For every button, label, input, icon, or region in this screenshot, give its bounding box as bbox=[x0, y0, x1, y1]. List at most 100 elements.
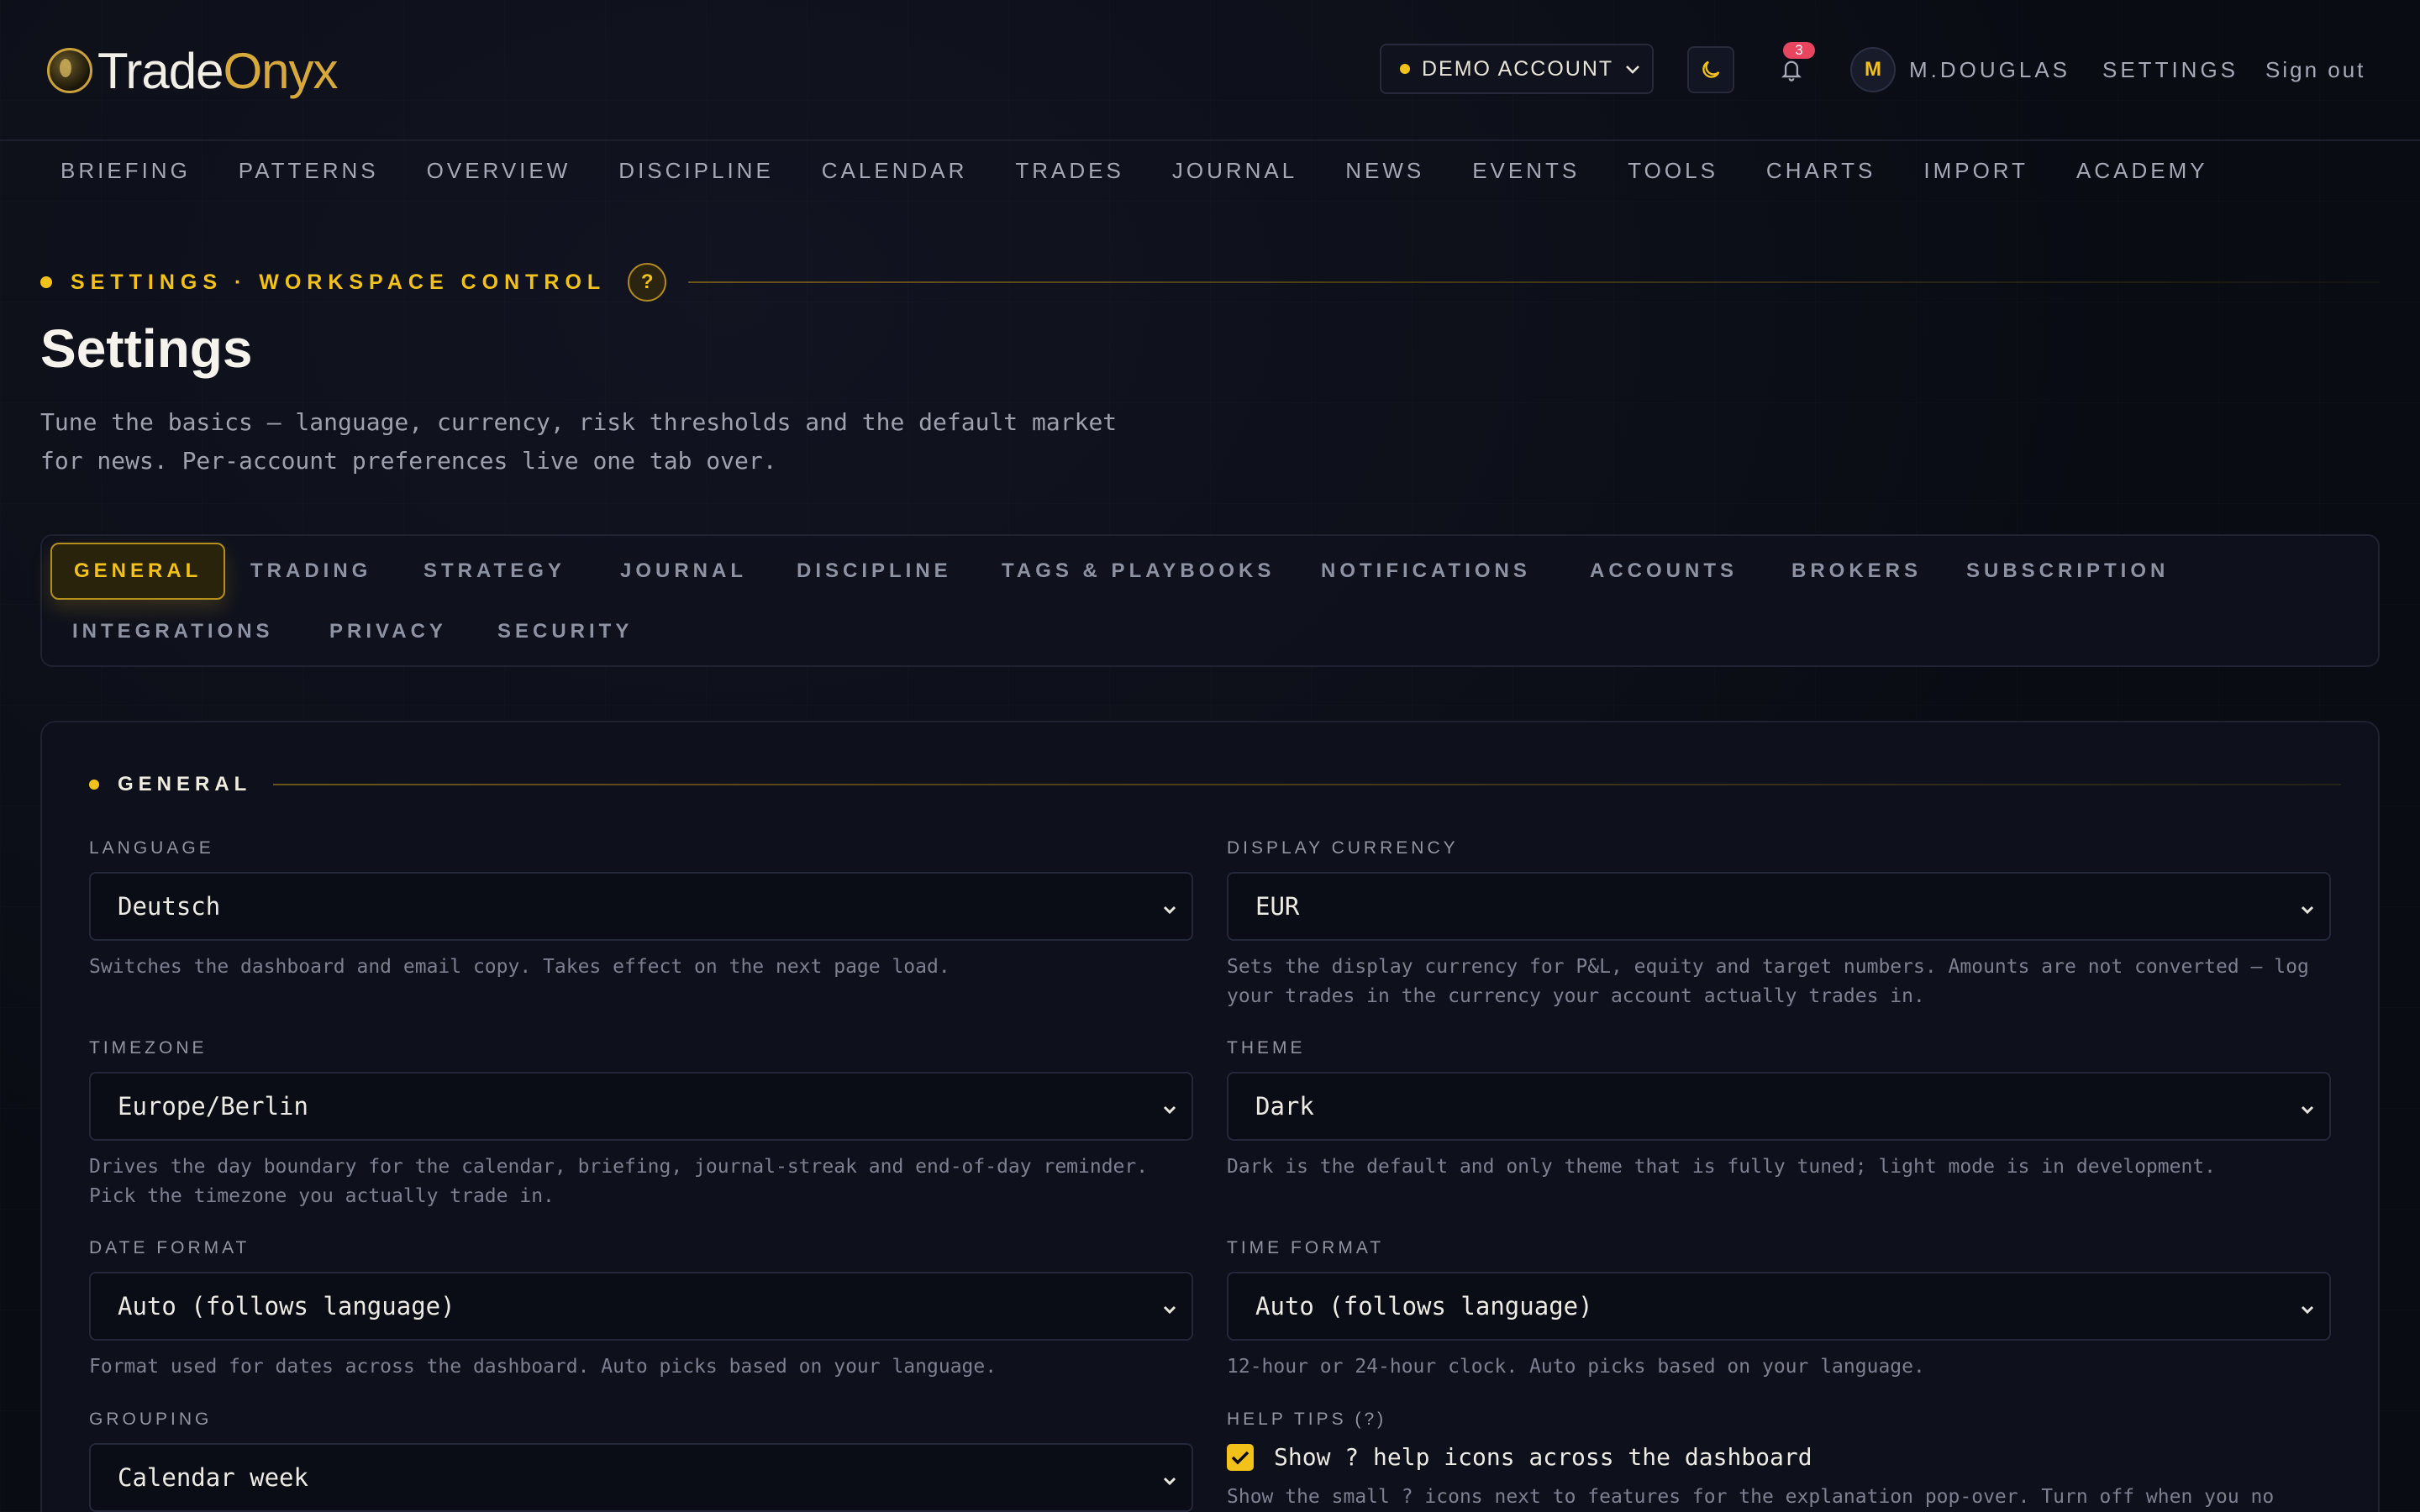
section-title: GENERAL bbox=[118, 773, 252, 795]
time-format-value: Auto (follows language) bbox=[1255, 1292, 1593, 1320]
language-value: Deutsch bbox=[118, 892, 221, 921]
date-format-help: Format used for dates across the dashboa… bbox=[89, 1356, 997, 1378]
help-tips-help: Show the small ? icons next to features … bbox=[1227, 1486, 2275, 1508]
username-link[interactable]: M.DOUGLAS bbox=[1909, 57, 2070, 83]
theme-help: Dark is the default and only theme that … bbox=[1227, 1156, 2217, 1178]
nav-item-discipline[interactable]: DISCIPLINE bbox=[618, 158, 774, 184]
account-label: DEMO ACCOUNT bbox=[1422, 56, 1614, 81]
timezone-select[interactable]: Europe/Berlin bbox=[89, 1072, 1193, 1141]
grouping-field: GROUPING Calendar week bbox=[89, 1410, 1193, 1512]
currency-help: Sets the display currency for P&L, equit… bbox=[1227, 956, 2309, 1007]
chevron-down-icon bbox=[1163, 1094, 1176, 1121]
tab-accounts[interactable]: ACCOUNTS bbox=[1590, 559, 1738, 583]
time-format-label: TIME FORMAT bbox=[1227, 1238, 1385, 1257]
account-status-dot bbox=[1400, 64, 1410, 74]
time-format-field: TIME FORMAT Auto (follows language) 12-h… bbox=[1227, 1238, 2331, 1382]
timezone-help: Drives the day boundary for the calendar… bbox=[89, 1156, 1149, 1207]
timezone-label: TIMEZONE bbox=[89, 1038, 208, 1058]
currency-label: DISPLAY CURRENCY bbox=[1227, 838, 1459, 858]
settings-tabs: GENERAL TRADING STRATEGY JOURNAL DISCIPL… bbox=[40, 534, 2380, 667]
chevron-down-icon bbox=[1625, 58, 1640, 80]
notification-count-badge: 3 bbox=[1783, 42, 1815, 59]
grouping-value: Calendar week bbox=[118, 1463, 308, 1492]
page-title: Settings bbox=[40, 318, 253, 379]
page-eyebrow: SETTINGS · WORKSPACE CONTROL ? bbox=[40, 263, 2380, 302]
tab-tags-playbooks[interactable]: TAGS & PLAYBOOKS bbox=[1002, 559, 1275, 583]
onyx-logo-icon bbox=[47, 48, 92, 93]
language-select[interactable]: Deutsch bbox=[89, 872, 1193, 941]
help-tips-checkbox-label: Show ? help icons across the dashboard bbox=[1274, 1443, 1812, 1471]
grouping-select[interactable]: Calendar week bbox=[89, 1443, 1193, 1512]
theme-toggle-button[interactable] bbox=[1687, 46, 1734, 93]
nav-item-overview[interactable]: OVERVIEW bbox=[427, 158, 571, 184]
date-format-select[interactable]: Auto (follows language) bbox=[89, 1272, 1193, 1341]
nav-item-news[interactable]: NEWS bbox=[1345, 158, 1424, 184]
tab-privacy[interactable]: PRIVACY bbox=[329, 620, 447, 643]
timezone-field: TIMEZONE Europe/Berlin Drives the day bo… bbox=[89, 1038, 1193, 1211]
main-nav: BRIEFING PATTERNS OVERVIEW DISCIPLINE CA… bbox=[60, 158, 2256, 184]
chevron-down-icon bbox=[1163, 1465, 1176, 1493]
theme-field: THEME Dark Dark is the default and only … bbox=[1227, 1038, 2331, 1182]
avatar[interactable]: M bbox=[1850, 47, 1896, 92]
nav-item-import[interactable]: IMPORT bbox=[1923, 158, 2028, 184]
chevron-down-icon bbox=[1163, 894, 1176, 921]
nav-item-patterns[interactable]: PATTERNS bbox=[239, 158, 379, 184]
language-help: Switches the dashboard and email copy. T… bbox=[89, 956, 950, 978]
settings-link[interactable]: SETTINGS bbox=[2102, 57, 2238, 83]
brand-logo[interactable]: TradeOnyx bbox=[47, 40, 339, 101]
tab-security[interactable]: SECURITY bbox=[497, 620, 633, 643]
brand-name: TradeOnyx bbox=[97, 42, 339, 99]
tab-integrations[interactable]: INTEGRATIONS bbox=[72, 620, 274, 643]
chevron-down-icon bbox=[2301, 1294, 2314, 1321]
grouping-label: GROUPING bbox=[89, 1410, 213, 1429]
help-tips-toggle[interactable]: Show ? help icons across the dashboard bbox=[1227, 1443, 2331, 1471]
chevron-down-icon bbox=[2301, 894, 2314, 921]
section-header: GENERAL bbox=[89, 773, 2341, 796]
currency-select[interactable]: EUR bbox=[1227, 872, 2331, 941]
account-switcher[interactable]: DEMO ACCOUNT bbox=[1380, 44, 1654, 94]
tab-journal[interactable]: JOURNAL bbox=[620, 559, 747, 583]
top-header: TradeOnyx DEMO ACCOUNT 3 M M.DOUGLAS SET… bbox=[0, 0, 2420, 183]
tab-notifications[interactable]: NOTIFICATIONS bbox=[1321, 559, 1531, 583]
theme-select[interactable]: Dark bbox=[1227, 1072, 2331, 1141]
eyebrow-text: SETTINGS · WORKSPACE CONTROL bbox=[71, 270, 607, 294]
date-format-field: DATE FORMAT Auto (follows language) Form… bbox=[89, 1238, 1193, 1382]
time-format-select[interactable]: Auto (follows language) bbox=[1227, 1272, 2331, 1341]
time-format-help: 12-hour or 24-hour clock. Auto picks bas… bbox=[1227, 1356, 1925, 1378]
language-field: LANGUAGE Deutsch Switches the dashboard … bbox=[89, 838, 1193, 982]
currency-value: EUR bbox=[1255, 892, 1300, 921]
nav-item-academy[interactable]: ACADEMY bbox=[2076, 158, 2208, 184]
nav-item-calendar[interactable]: CALENDAR bbox=[822, 158, 968, 184]
chevron-down-icon bbox=[2301, 1094, 2314, 1121]
timezone-value: Europe/Berlin bbox=[118, 1092, 308, 1121]
nav-item-events[interactable]: EVENTS bbox=[1472, 158, 1580, 184]
help-tips-checkbox[interactable] bbox=[1227, 1443, 1254, 1471]
help-tips-field: HELP TIPS (?) Show ? help icons across t… bbox=[1227, 1410, 2331, 1512]
signout-link[interactable]: Sign out bbox=[2265, 57, 2365, 83]
nav-item-tools[interactable]: TOOLS bbox=[1628, 158, 1718, 184]
currency-field: DISPLAY CURRENCY EUR Sets the display cu… bbox=[1227, 838, 2331, 1011]
nav-item-charts[interactable]: CHARTS bbox=[1766, 158, 1876, 184]
section-dot bbox=[89, 780, 99, 790]
tab-strategy[interactable]: STRATEGY bbox=[424, 559, 566, 583]
help-tips-label: HELP TIPS (?) bbox=[1227, 1410, 1387, 1429]
tab-trading[interactable]: TRADING bbox=[250, 559, 371, 583]
tab-general[interactable]: GENERAL bbox=[50, 543, 226, 600]
bell-icon bbox=[1781, 60, 1802, 81]
nav-item-briefing[interactable]: BRIEFING bbox=[60, 158, 191, 184]
general-settings-card: GENERAL LANGUAGE Deutsch Switches the da… bbox=[40, 721, 2380, 1512]
language-label: LANGUAGE bbox=[89, 838, 214, 858]
nav-item-journal[interactable]: JOURNAL bbox=[1172, 158, 1297, 184]
date-format-label: DATE FORMAT bbox=[89, 1238, 250, 1257]
nav-item-trades[interactable]: TRADES bbox=[1015, 158, 1123, 184]
section-divider bbox=[273, 784, 2341, 785]
date-format-value: Auto (follows language) bbox=[118, 1292, 455, 1320]
checkmark-icon bbox=[1231, 1451, 1249, 1464]
tab-subscription[interactable]: SUBSCRIPTION bbox=[1966, 559, 2169, 583]
tab-brokers[interactable]: BROKERS bbox=[1791, 559, 1922, 583]
moon-icon bbox=[1702, 60, 1720, 78]
theme-value: Dark bbox=[1255, 1092, 1314, 1121]
theme-label: THEME bbox=[1227, 1038, 1306, 1058]
tab-discipline[interactable]: DISCIPLINE bbox=[797, 559, 952, 583]
help-icon[interactable]: ? bbox=[628, 263, 667, 302]
